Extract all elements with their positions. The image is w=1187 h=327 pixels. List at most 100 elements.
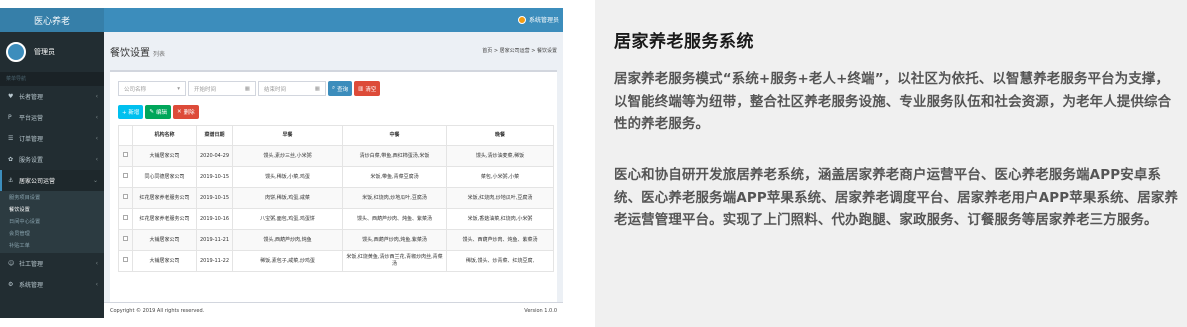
table-cell: 同心同德居家公司 (132, 166, 197, 188)
table-cell: 米饭,红烧肉,炒地瓜叶,豆腐汤 (342, 187, 447, 209)
table-cell: 红花居家养老服务公司 (132, 208, 197, 230)
table-cell: 稀饭,馒头、炒青菜、红烧豆腐, (446, 250, 554, 272)
table-row[interactable]: 同心同德居家公司 2019-10-15 馒头,稀饭,小菜,鸡蛋 米饭,带鱼,青菜… (118, 166, 554, 188)
row-select-cell (118, 166, 133, 188)
delete-button[interactable]: ✕ 删除 (172, 105, 199, 119)
sidebar-item-label: 系统管理 (19, 282, 44, 289)
end-date-input[interactable]: 结束时间 ▦ (258, 81, 326, 96)
sidebar-item-system-management[interactable]: ⚙ 系统管理 ‹ (0, 274, 104, 295)
table-cell: 2019-10-15 (196, 187, 233, 209)
row-checkbox[interactable] (123, 194, 128, 199)
sidebar-item-service-settings[interactable]: ✿ 服务设置 ‹ (0, 149, 104, 170)
top-user-name: 系统管理员 (528, 17, 559, 24)
chevron-left-icon: ‹ (95, 260, 98, 267)
table-cell: 红花居家养老服务公司 (132, 187, 197, 209)
table-header-row: 机构名称 菜谱日期 早餐 中餐 晚餐 (118, 125, 554, 146)
table-row[interactable]: 红花居家养老服务公司 2019-10-15 肉饼,稀饭,鸡蛋,咸菜 米饭,红烧肉… (118, 187, 554, 209)
sidebar: 医心养老 管理员 菜单导航 ♥ 长者管理 ‹ P 平台运营 ‹ ☰ 订单管理 ‹ (0, 8, 104, 318)
row-select-cell (118, 250, 133, 272)
user-name: 管理员 (34, 48, 55, 56)
user-avatar-icon (517, 15, 526, 24)
edit-icon: ✎ (149, 109, 154, 115)
submenu-members[interactable]: 会员管理 (0, 228, 104, 240)
column-header[interactable]: 晚餐 (446, 125, 554, 146)
user-menu[interactable]: 系统管理员 (517, 15, 559, 24)
sidebar-item-label: 订单管理 (19, 136, 44, 143)
chevron-left-icon: ‹ (95, 135, 98, 142)
sidebar-item-home-company-operation[interactable]: ⚓ 居家公司运营 ⌄ (0, 170, 104, 191)
table-cell: 馒头,素炒三丝,小米粥 (232, 145, 343, 167)
start-date-placeholder: 开始时间 (194, 86, 217, 93)
column-header[interactable]: 早餐 (232, 125, 343, 146)
description-paragraph-1: 居家养老服务模式“系统+服务+老人+终端”，以社区为依托、以智慧养老服务平台为支… (614, 72, 1172, 132)
edit-button[interactable]: ✎ 编辑 (145, 105, 171, 119)
search-button[interactable]: ⌕ 查询 (328, 81, 353, 96)
chevron-left-icon: ‹ (95, 156, 98, 163)
table-cell: 八宝粥,面包,鸡蛋,鸡蛋饼 (232, 208, 343, 230)
column-header[interactable]: 菜谱日期 (196, 125, 233, 146)
main-content: 餐饮设置 列表 首页 > 居家公司运营 > 餐饮设置 公司名称 ▾ 开始时间 ▦ 结束… (104, 32, 563, 318)
column-header[interactable]: 机构名称 (132, 125, 197, 146)
page-subtitle: 列表 (153, 51, 166, 58)
table-cell: 2019-10-15 (196, 166, 233, 188)
submenu-day-center[interactable]: 日间中心设置 (0, 216, 104, 228)
table-row[interactable]: 大铺居家公司 2019-11-21 馒头,西葫芦炒肉,炖鱼 馒头,西葫芦炒肉,炖… (118, 229, 554, 251)
gear-icon: ⚙ (8, 281, 14, 288)
sidebar-item-social-worker[interactable]: ☺ 社工管理 ‹ (0, 253, 104, 274)
table-cell: 米饭,红烧肉,炒地瓜叶,豆腐汤 (446, 187, 554, 209)
row-checkbox[interactable] (123, 257, 128, 262)
row-select-cell (118, 229, 133, 251)
table-cell: 馒头、西葫芦炒肉、炖鱼、紫菜汤 (446, 229, 554, 251)
page-title: 餐饮设置 列表 (110, 44, 165, 59)
table-cell: 菜包,小米粥,小菜 (446, 166, 554, 188)
chevron-left-icon: ‹ (95, 281, 98, 288)
start-date-input[interactable]: 开始时间 ▦ (188, 81, 256, 96)
sidebar-item-label: 服务设置 (19, 157, 44, 164)
table-row[interactable]: 大铺居家公司 2020-04-29 馒头,素炒三丝,小米粥 清炒白菜,带鱼,西红… (118, 145, 554, 167)
table-cell: 馒头,西葫芦炒肉,炖鱼 (232, 229, 343, 251)
search-button-label: 查询 (337, 86, 349, 93)
table-row[interactable]: 大铺居家公司 2019-11-22 稀饭,素包子,咸菜,炒鸡蛋 米饭,红烧黄鱼,… (118, 250, 554, 272)
submenu-catering-settings[interactable]: 餐饮设置 (0, 204, 104, 216)
sidebar-item-elder-management[interactable]: ♥ 长者管理 ‹ (0, 86, 104, 107)
sidebar-item-platform-operation[interactable]: P 平台运营 ‹ (0, 107, 104, 128)
end-date-placeholder: 结束时间 (264, 86, 287, 93)
table-row[interactable]: 红花居家养老服务公司 2019-10-16 八宝粥,面包,鸡蛋,鸡蛋饼 馒头、西… (118, 208, 554, 230)
chevron-down-icon: ⌄ (92, 177, 98, 184)
table-cell: 馒头,西葫芦炒肉,炖鱼,紫菜汤 (342, 229, 447, 251)
table-cell: 肉饼,稀饭,鸡蛋,咸菜 (232, 187, 343, 209)
admin-screenshot: 医心养老 管理员 菜单导航 ♥ 长者管理 ‹ P 平台运营 ‹ ☰ 订单管理 ‹ (0, 8, 563, 318)
column-header[interactable]: 中餐 (342, 125, 447, 146)
table-cell: 馒头,稀饭,小菜,鸡蛋 (232, 166, 343, 188)
app-footer: Copyright © 2019 All rights reserved. Ve… (104, 302, 563, 318)
row-checkbox[interactable] (123, 215, 128, 220)
submenu-service-items[interactable]: 服务项目设置 (0, 192, 104, 204)
add-button[interactable]: + 新增 (118, 105, 144, 119)
sidebar-submenu: 服务项目设置 餐饮设置 日间中心设置 会员管理 补贴工单 (0, 191, 104, 253)
table-cell: 馒头、西葫芦炒肉、炖鱼、紫菜汤 (342, 208, 447, 230)
close-icon: ✕ (176, 109, 182, 115)
page-title-text: 餐饮设置 (110, 48, 150, 59)
calendar-icon: ▦ (244, 85, 250, 92)
app-logo[interactable]: 医心养老 (0, 8, 104, 32)
submenu-subsidy-orders[interactable]: 补贴工单 (0, 240, 104, 252)
caret-down-icon: ▾ (177, 85, 180, 92)
clear-button[interactable]: ▥ 清空 (354, 81, 381, 96)
list-box: 公司名称 ▾ 开始时间 ▦ 结束时间 ▦ ⌕ 查询 ▥ 清空 + 新增 ✎ 编辑… (110, 70, 557, 310)
row-checkbox[interactable] (123, 173, 128, 178)
table-cell: 稀饭,素包子,咸菜,炒鸡蛋 (232, 250, 343, 272)
user-panel: 管理员 (0, 32, 104, 72)
sidebar-item-order-management[interactable]: ☰ 订单管理 ‹ (0, 128, 104, 149)
sidebar-item-label: 平台运营 (19, 115, 44, 122)
description-panel: 居家养老服务系统 居家养老服务模式“系统+服务+老人+终端”，以社区为依托、以智… (595, 0, 1187, 327)
row-checkbox[interactable] (123, 236, 128, 241)
edit-button-label: 编辑 (155, 110, 167, 116)
page: 医心养老 管理员 菜单导航 ♥ 长者管理 ‹ P 平台运营 ‹ ☰ 订单管理 ‹ (0, 0, 1187, 327)
breadcrumb[interactable]: 首页 > 居家公司运营 > 餐饮设置 (482, 47, 557, 54)
row-select-cell (118, 208, 133, 230)
row-checkbox[interactable] (123, 152, 128, 157)
description-paragraph-2: 医心和协自研开发旅居养老系统，涵盖居家养老商户运营平台、医心养老服务端APP安卓… (614, 168, 1179, 228)
company-select[interactable]: 公司名称 ▾ (118, 81, 186, 96)
copyright-text: Copyright © 2019 All rights reserved. (110, 308, 205, 314)
table-cell: 2019-10-16 (196, 208, 233, 230)
